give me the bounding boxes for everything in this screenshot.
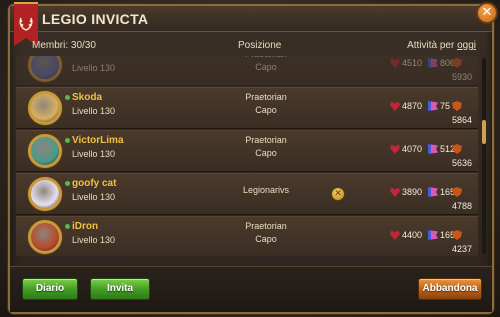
scroll-thumb[interactable] xyxy=(482,120,486,144)
position-header: Posizione xyxy=(238,40,282,51)
stat-hearts: 4070 xyxy=(390,142,422,156)
leave-button[interactable]: Abbandona xyxy=(418,278,482,300)
laurel-icon xyxy=(19,17,33,31)
stat-value: 4510 xyxy=(402,58,423,68)
window-title: LEGIO INVICTA xyxy=(42,11,149,27)
member-activity-stats: 4070 512 5636 xyxy=(390,142,478,168)
stat-shields: 5930 xyxy=(452,56,478,82)
activity-label: Attività per xyxy=(407,40,458,51)
stat-flags: 806 xyxy=(428,56,455,70)
member-rank: Capo xyxy=(255,62,277,72)
shield-icon xyxy=(452,230,462,240)
stat-value: 75 xyxy=(440,101,451,111)
avatar[interactable] xyxy=(28,177,62,211)
member-level: Livello 130 xyxy=(72,63,116,73)
guild-window: LEGIO INVICTA ✕ Membri: 30/30 Posizione … xyxy=(8,2,498,314)
member-rank: Capo xyxy=(255,105,277,115)
stat-hearts: 4400 xyxy=(390,228,422,242)
members-count: Membri: 30/30 xyxy=(32,40,96,51)
stat-shields: 4788 xyxy=(452,185,478,211)
member-activity-stats: 4870 75 5864 xyxy=(390,99,478,125)
stat-value: 4237 xyxy=(452,244,473,254)
diary-button[interactable]: Diario xyxy=(22,278,78,300)
member-list[interactable]: Livello 130 Praetorian Capo 4510 806 5930 Skod… xyxy=(16,56,478,256)
heart-icon xyxy=(390,58,400,68)
member-role: Praetorian xyxy=(206,56,326,59)
online-status-icon xyxy=(65,224,70,229)
shield-icon xyxy=(452,101,462,111)
flag-icon xyxy=(428,187,438,197)
stat-flags: 75 xyxy=(428,99,450,113)
stat-flags: 512 xyxy=(428,142,455,156)
flag-icon xyxy=(428,144,438,154)
stat-shields: 5864 xyxy=(452,99,478,125)
member-role: Praetorian xyxy=(245,92,287,102)
stat-hearts: 4870 xyxy=(390,99,422,113)
heart-icon xyxy=(390,101,400,111)
online-status-icon xyxy=(65,138,70,143)
member-row[interactable]: Skoda Livello 130 Praetorian Capo 4870 75 5864 xyxy=(16,87,478,129)
shield-icon xyxy=(452,144,462,154)
member-row[interactable]: goofy cat Livello 130 Legionarivs ✕ 3890 165 4… xyxy=(16,173,478,215)
close-icon[interactable]: ✕ xyxy=(476,2,498,24)
member-level: Livello 130 xyxy=(72,149,116,159)
member-rank: Capo xyxy=(255,234,277,244)
member-name: Skoda xyxy=(72,92,103,103)
stat-value: 4788 xyxy=(452,201,473,211)
stat-shields: 4237 xyxy=(452,228,478,254)
member-row[interactable]: Livello 130 Praetorian Capo 4510 806 5930 xyxy=(16,56,478,86)
member-name: iDron xyxy=(72,221,99,232)
flag-icon xyxy=(428,58,438,68)
stat-value: 5864 xyxy=(452,115,473,125)
member-rank: Capo xyxy=(255,148,277,158)
avatar[interactable] xyxy=(28,56,62,82)
member-level: Livello 130 xyxy=(72,235,116,245)
member-level: Livello 130 xyxy=(72,192,116,202)
invite-button[interactable]: Invita xyxy=(90,278,150,300)
avatar[interactable] xyxy=(28,220,62,254)
shield-icon xyxy=(452,187,462,197)
stat-value: 5930 xyxy=(452,72,473,82)
avatar[interactable] xyxy=(28,91,62,125)
online-status-icon xyxy=(65,181,70,186)
stat-value: 5636 xyxy=(452,158,473,168)
member-name: goofy cat xyxy=(72,178,117,189)
member-row[interactable]: iDron Livello 130 Praetorian Capo 4400 165 423… xyxy=(16,216,478,256)
stat-value: 4070 xyxy=(402,144,423,154)
shield-icon xyxy=(452,58,462,68)
stat-value: 3890 xyxy=(402,187,423,197)
scrollbar[interactable] xyxy=(482,58,486,254)
member-role: Legionarivs xyxy=(242,185,290,195)
remove-member-icon[interactable]: ✕ xyxy=(331,187,345,201)
member-role: Praetorian xyxy=(245,135,287,145)
heart-icon xyxy=(390,230,400,240)
stat-value: 4400 xyxy=(402,230,423,240)
heart-icon xyxy=(390,187,400,197)
heart-icon xyxy=(390,144,400,154)
stat-hearts: 3890 xyxy=(390,185,422,199)
flag-icon xyxy=(428,230,438,240)
member-name: VictorLima xyxy=(72,135,124,146)
member-row[interactable]: VictorLima Livello 130 Praetorian Capo 4070 5… xyxy=(16,130,478,172)
stat-value: 4870 xyxy=(402,101,423,111)
online-status-icon xyxy=(65,95,70,100)
stat-shields: 5636 xyxy=(452,142,478,168)
stat-flags: 165 xyxy=(428,228,455,242)
stat-flags: 165 xyxy=(428,185,455,199)
flag-icon xyxy=(428,101,438,111)
activity-header: Attività per oggi xyxy=(407,40,476,51)
footer-bar: Diario Invita Abbandona xyxy=(10,266,492,312)
avatar[interactable] xyxy=(28,134,62,168)
member-activity-stats: 4400 165 4237 xyxy=(390,228,478,254)
list-header: Membri: 30/30 Posizione Attività per ogg… xyxy=(10,40,492,54)
member-level: Livello 130 xyxy=(72,106,116,116)
stat-hearts: 4510 xyxy=(390,56,422,70)
member-activity-stats: 4510 806 5930 xyxy=(390,56,478,82)
activity-period-link[interactable]: oggi xyxy=(457,40,476,51)
member-activity-stats: 3890 165 4788 xyxy=(390,185,478,211)
title-bar: LEGIO INVICTA ✕ xyxy=(10,2,498,46)
member-role: Praetorian xyxy=(245,221,287,231)
